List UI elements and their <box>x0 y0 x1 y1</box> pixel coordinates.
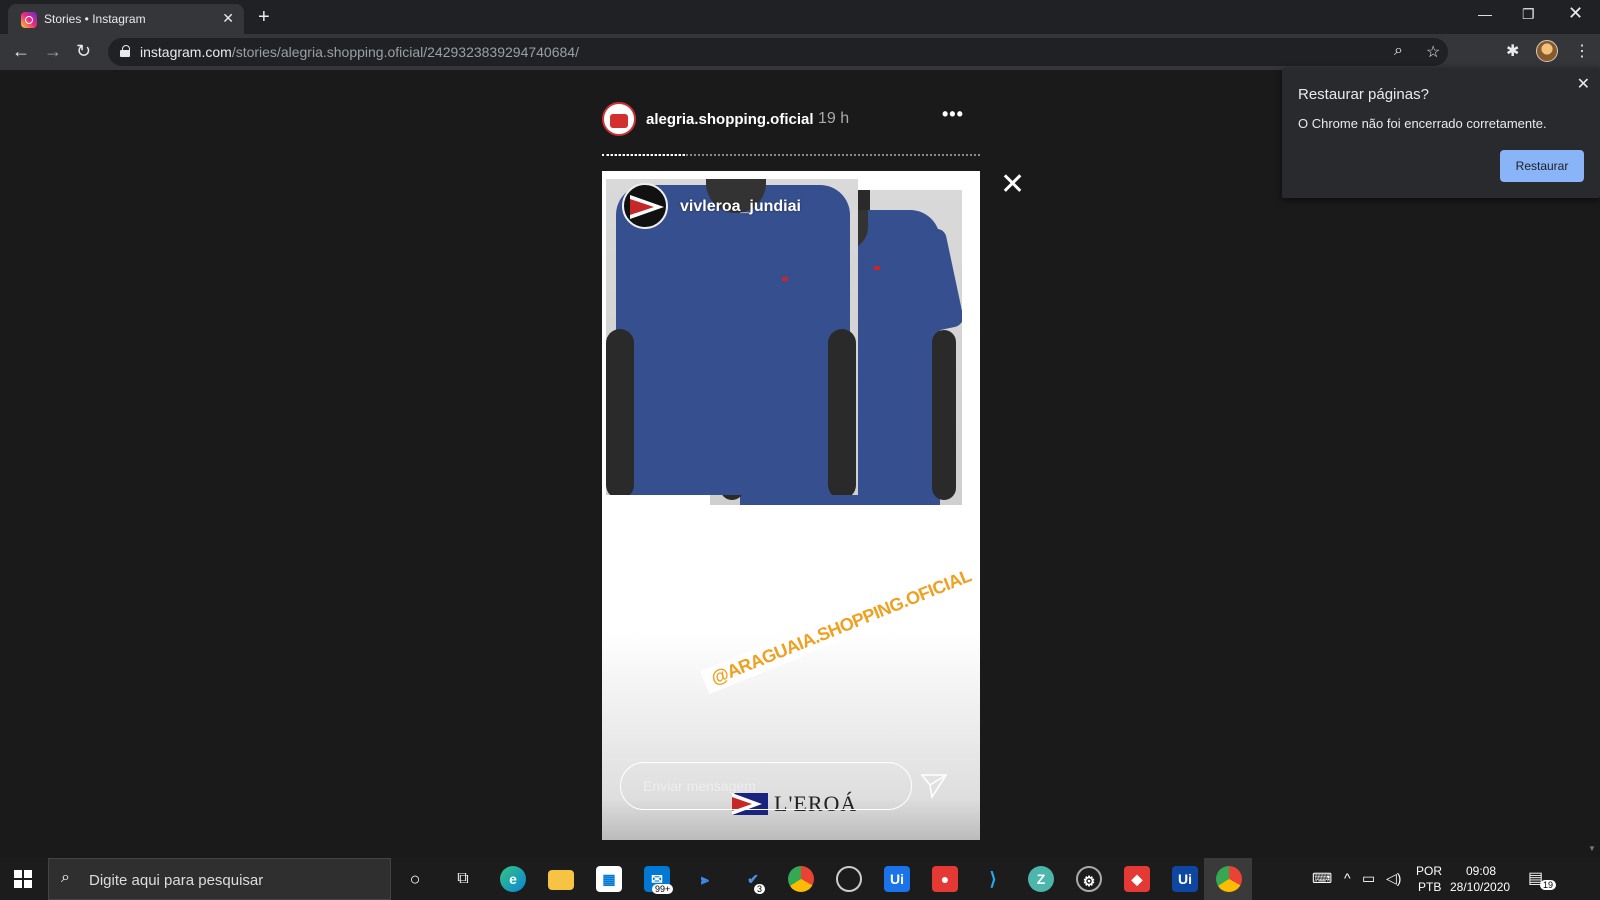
send-icon[interactable] <box>920 773 948 799</box>
close-popup-icon[interactable]: ✕ <box>1577 74 1590 94</box>
browser-titlebar: Stories • Instagram ✕ + — ❐ ✕ <box>0 0 1600 34</box>
new-tab-button[interactable]: + <box>258 6 270 29</box>
zoom-icon[interactable]: ⌕ <box>1394 42 1403 60</box>
forward-button[interactable]: → <box>44 41 62 62</box>
restore-title: Restaurar páginas? <box>1298 86 1429 103</box>
tab-title: Stories • Instagram <box>44 12 146 26</box>
content-username[interactable]: vivleroa_jundiai <box>680 198 801 216</box>
todo-badge: 3 <box>754 884 766 894</box>
chrome-icon[interactable] <box>1216 866 1242 892</box>
keyboard-icon[interactable]: ⌨ <box>1312 870 1332 887</box>
uipath-assistant-icon[interactable]: Ui <box>1172 866 1198 892</box>
browser-toolbar: ← → ↻ instagram.com/stories/alegria.shop… <box>0 34 1600 70</box>
browser-tab[interactable]: Stories • Instagram ✕ <box>8 4 244 34</box>
clock-time[interactable]: 09:08 <box>1466 864 1496 878</box>
close-tab-icon[interactable]: ✕ <box>222 10 234 27</box>
settings-app-icon[interactable]: ⚙ <box>1076 866 1102 892</box>
story-content[interactable]: vivleroa_jundiai @ARAGUAIA.SHOPPING.OFIC… <box>602 171 980 840</box>
brand-logo-icon <box>630 195 664 219</box>
reply-placeholder: Enviar mensagem <box>643 778 756 794</box>
taskbar-search-input[interactable]: ⌕ Digite aqui para pesquisar <box>48 858 391 900</box>
restore-message: O Chrome não foi encerrado corretamente. <box>1298 116 1547 131</box>
clock-date[interactable]: 28/10/2020 <box>1450 880 1510 894</box>
story-author-avatar[interactable] <box>602 102 636 136</box>
chrome-beta-icon[interactable] <box>788 866 814 892</box>
mail-badge: 99+ <box>652 884 674 894</box>
story-progress-fill <box>602 154 686 156</box>
recorder-icon[interactable]: ● <box>932 866 958 892</box>
store-icon[interactable]: ▦ <box>596 866 622 892</box>
task-view-icon[interactable]: ⧉ <box>450 866 476 892</box>
windows-taskbar: ⌕ Digite aqui para pesquisar ○ ⧉ e ▦ ✉ 9… <box>0 858 1600 900</box>
reload-button[interactable]: ↻ <box>76 41 91 62</box>
bookmark-star-icon[interactable]: ☆ <box>1426 42 1440 62</box>
volume-icon[interactable]: ◁) <box>1386 870 1401 887</box>
chrome-menu-icon[interactable]: ⋮ <box>1574 41 1590 61</box>
obs-icon[interactable] <box>836 866 862 892</box>
show-hidden-icons[interactable]: ^ <box>1344 870 1351 886</box>
edge-icon[interactable]: e <box>500 866 526 892</box>
story-time: 19 h <box>818 110 850 127</box>
windows-start-icon[interactable] <box>14 870 32 888</box>
reply-message-input[interactable]: Enviar mensagem <box>620 762 912 810</box>
close-window-button[interactable]: ✕ <box>1568 3 1583 24</box>
back-button[interactable]: ← <box>12 41 30 62</box>
z-app-icon[interactable]: Z <box>1028 866 1054 892</box>
search-icon: ⌕ <box>61 869 70 886</box>
language-top[interactable]: POR <box>1416 864 1442 878</box>
restore-button[interactable]: Restaurar <box>1500 150 1584 182</box>
uipath-studio-icon[interactable]: Ui <box>884 866 910 892</box>
network-icon[interactable]: ▭ <box>1362 870 1375 887</box>
profile-avatar[interactable] <box>1536 40 1558 62</box>
restore-window-button[interactable]: ❐ <box>1522 6 1535 23</box>
minimize-button[interactable]: — <box>1478 6 1492 22</box>
close-story-icon[interactable]: ✕ <box>1000 170 1025 200</box>
anydesk-icon[interactable]: ◆ <box>1124 866 1150 892</box>
scroll-down-icon[interactable]: ▼ <box>1588 844 1596 853</box>
notification-badge: 19 <box>1540 880 1557 890</box>
story-username[interactable]: alegria.shopping.oficial <box>646 111 814 128</box>
shirt-logo-icon <box>874 266 880 270</box>
file-explorer-icon[interactable] <box>548 870 574 890</box>
cortana-icon[interactable]: ○ <box>402 866 428 892</box>
extensions-icon[interactable]: ✱ <box>1506 41 1519 61</box>
language-bottom[interactable]: PTB <box>1418 880 1441 894</box>
shirt-logo-icon <box>782 277 788 281</box>
lock-icon[interactable] <box>120 45 130 57</box>
restore-pages-popup: Restaurar páginas? O Chrome não foi ence… <box>1282 68 1600 198</box>
instagram-icon <box>21 12 37 28</box>
url-text[interactable]: instagram.com/stories/alegria.shopping.o… <box>140 44 579 60</box>
content-author-avatar[interactable] <box>622 183 668 229</box>
address-bar[interactable]: instagram.com/stories/alegria.shopping.o… <box>108 38 1448 66</box>
search-placeholder: Digite aqui para pesquisar <box>89 872 264 889</box>
azure-devops-icon[interactable]: ⫸ <box>692 866 718 892</box>
vscode-icon[interactable]: ⟩ <box>980 866 1006 892</box>
more-options-icon[interactable]: ••• <box>942 104 964 125</box>
